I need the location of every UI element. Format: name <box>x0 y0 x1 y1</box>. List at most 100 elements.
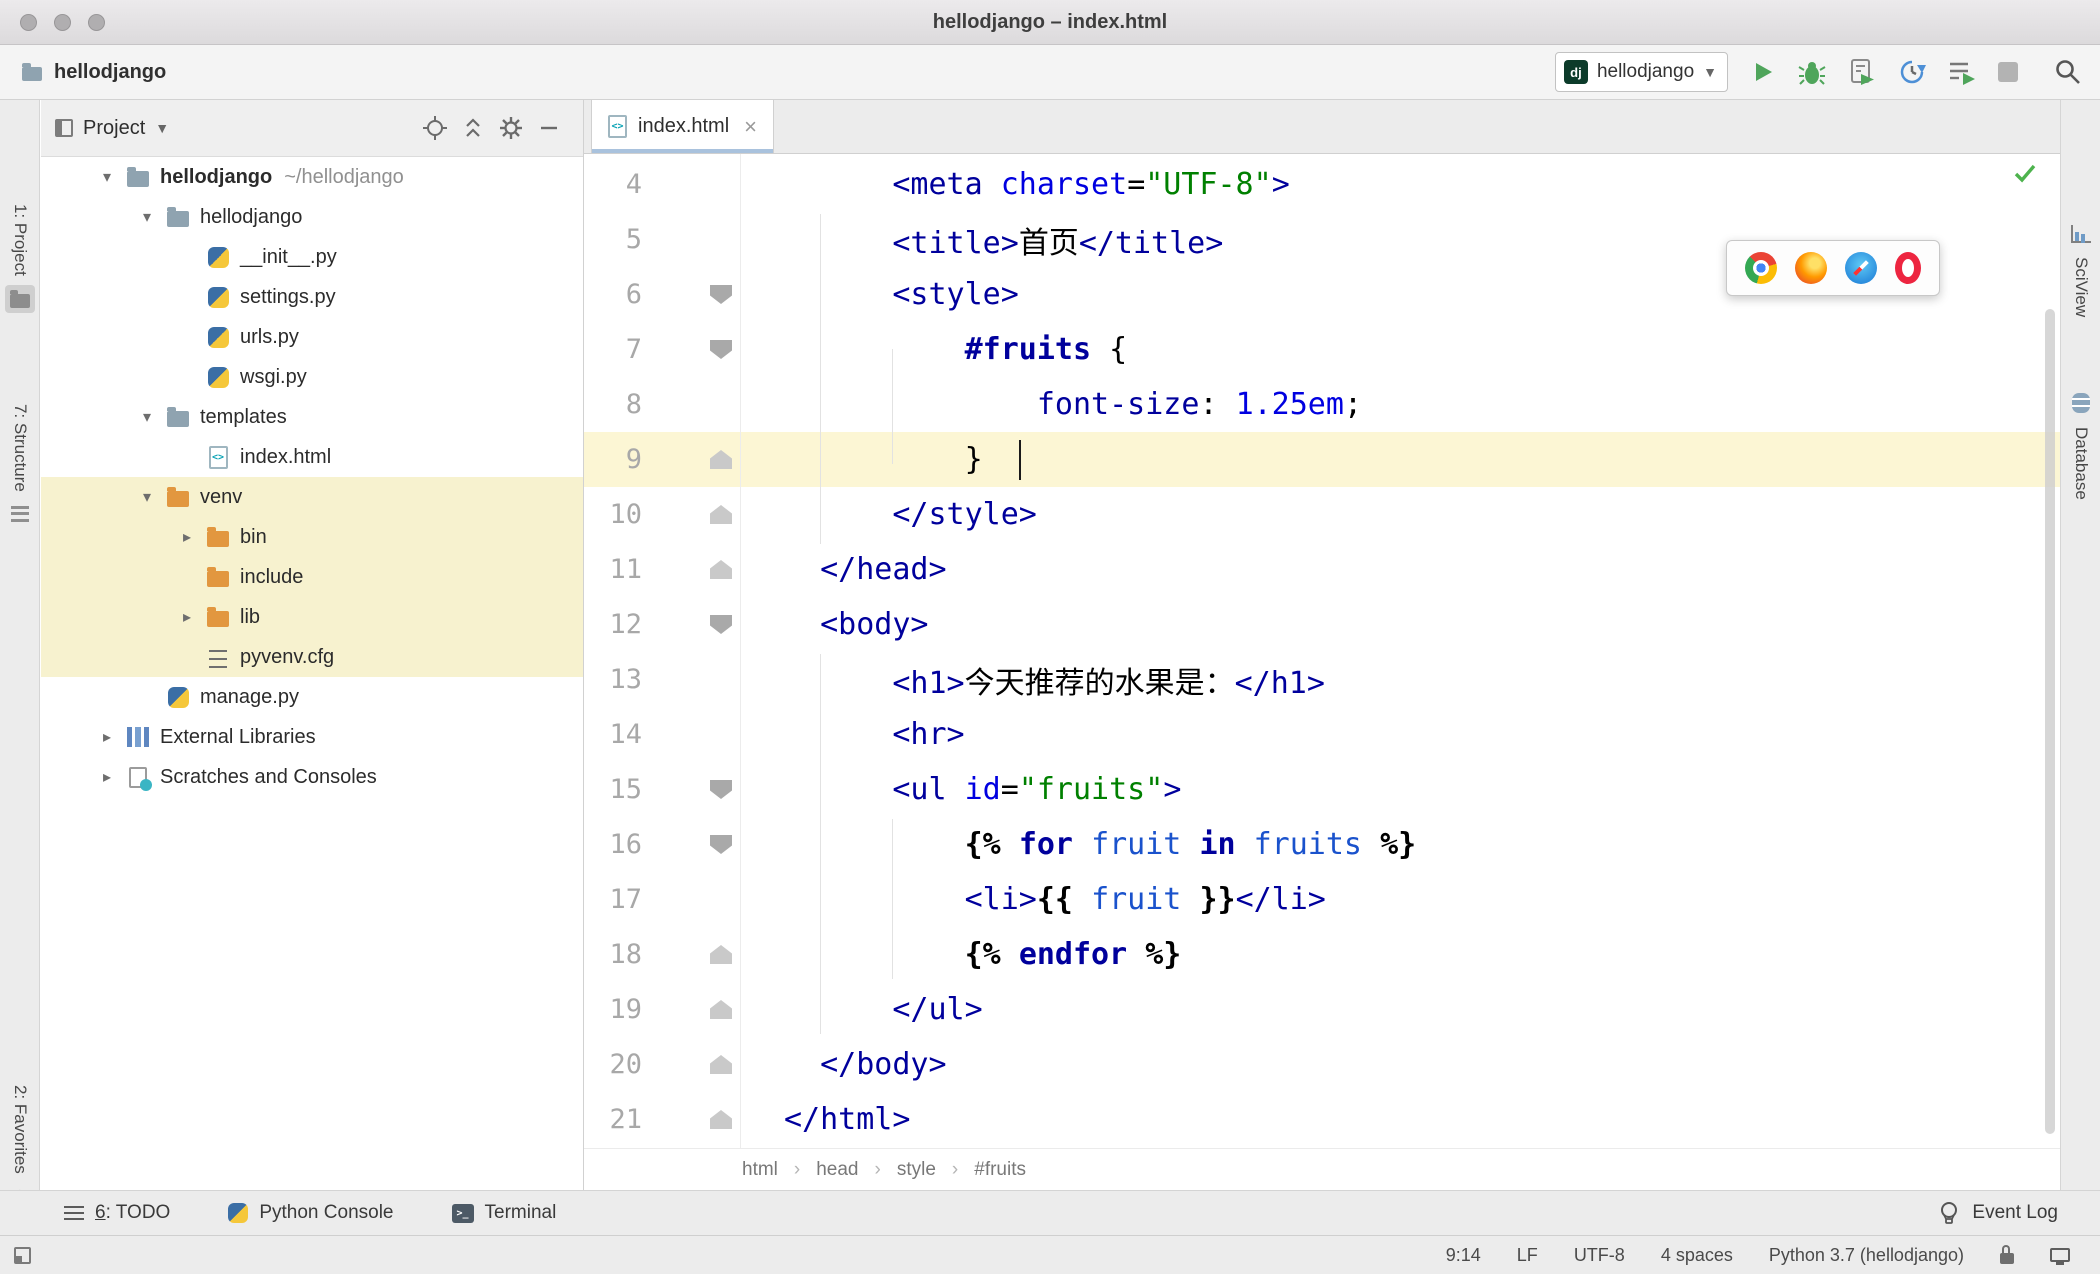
toggle-tool-buttons-icon[interactable] <box>14 1246 31 1264</box>
code-line-7[interactable]: 7 #fruits { <box>584 322 2060 377</box>
6-todo-button[interactable]: 6: TODO <box>64 1202 170 1224</box>
caret-position[interactable]: 9:14 <box>1446 1245 1481 1266</box>
code-line-20[interactable]: 20 </body> <box>584 1037 2060 1092</box>
stop-button[interactable] <box>1998 62 2018 82</box>
tool-strip-sciview[interactable]: SciView <box>2061 220 2100 317</box>
settings-gear-icon[interactable] <box>497 114 525 142</box>
zoom-button[interactable] <box>88 13 105 31</box>
code-editor[interactable]: 4 <meta charset="UTF-8"> 5 <title>首页</tit… <box>584 154 2060 1148</box>
code-line-17[interactable]: 17 <li>{{ fruit }}</li> <box>584 872 2060 927</box>
code-line-18[interactable]: 18 {% endfor %} <box>584 927 2060 982</box>
fold-marker-icon[interactable] <box>642 1037 732 1092</box>
tree-item-init-py[interactable]: __init__.py <box>41 237 583 277</box>
tree-item-templates[interactable]: ▾ templates <box>41 397 583 437</box>
project-panel-title[interactable]: Project <box>83 117 145 140</box>
code-line-16[interactable]: 16 {% for fruit in fruits %} <box>584 817 2060 872</box>
code-line-19[interactable]: 19 </ul> <box>584 982 2060 1037</box>
line-number[interactable]: 10 <box>584 499 642 530</box>
fold-marker-icon[interactable] <box>642 817 732 872</box>
safari-icon[interactable] <box>1845 252 1877 284</box>
search-everywhere-button[interactable] <box>2054 58 2082 86</box>
line-number[interactable]: 13 <box>584 664 642 695</box>
terminal-button[interactable]: Terminal <box>451 1202 556 1224</box>
tree-item-include[interactable]: include <box>41 557 583 597</box>
code-line-14[interactable]: 14 <hr> <box>584 707 2060 762</box>
code-line-9[interactable]: 9 } <box>584 432 2060 487</box>
tool-strip-database[interactable]: Database <box>2061 388 2100 500</box>
screen-reader-icon[interactable] <box>2050 1248 2070 1265</box>
tool-strip-structure[interactable]: 7: Structure <box>0 404 40 527</box>
tree-item-lib[interactable]: ▸ lib <box>41 597 583 637</box>
line-number[interactable]: 18 <box>584 939 642 970</box>
line-number[interactable]: 6 <box>584 279 642 310</box>
code-line-11[interactable]: 11 </head> <box>584 542 2060 597</box>
indent-setting[interactable]: 4 spaces <box>1661 1245 1733 1266</box>
expand-arrow[interactable]: ▸ <box>169 607 205 627</box>
python-interpreter[interactable]: Python 3.7 (hellodjango) <box>1769 1245 1964 1266</box>
tool-strip-project[interactable]: 1: Project <box>0 204 40 313</box>
tree-item-bin[interactable]: ▸ bin <box>41 517 583 557</box>
tree-item-urls-py[interactable]: urls.py <box>41 317 583 357</box>
close-button[interactable] <box>20 13 37 31</box>
run-configurations-list-button[interactable] <box>1948 58 1976 86</box>
close-tab-icon[interactable]: × <box>744 114 757 140</box>
debug-button[interactable] <box>1798 58 1826 86</box>
line-ending[interactable]: LF <box>1517 1245 1538 1266</box>
fold-marker-icon[interactable] <box>642 322 732 377</box>
tree-item-index-html[interactable]: index.html <box>41 437 583 477</box>
code-line-10[interactable]: 10 </style> <box>584 487 2060 542</box>
line-number[interactable]: 17 <box>584 884 642 915</box>
fold-marker-icon[interactable] <box>642 597 732 652</box>
fold-marker-icon[interactable] <box>642 762 732 817</box>
tree-item-hellodjango[interactable]: ▾ hellodjango ~/hellodjango <box>41 157 583 197</box>
tree-item-hellodjango[interactable]: ▾ hellodjango <box>41 197 583 237</box>
collapse-all-button[interactable] <box>459 114 487 142</box>
profiler-button[interactable] <box>1898 58 1926 86</box>
line-number[interactable]: 20 <box>584 1049 642 1080</box>
expand-arrow[interactable]: ▸ <box>89 727 125 747</box>
hide-panel-button[interactable] <box>535 114 563 142</box>
expand-arrow[interactable]: ▸ <box>169 527 205 547</box>
line-number[interactable]: 9 <box>584 444 642 475</box>
breadcrumb-fruits[interactable]: #fruits <box>974 1159 1026 1181</box>
line-number[interactable]: 7 <box>584 334 642 365</box>
run-configuration-select[interactable]: dj hellodjango ▼ <box>1554 52 1728 92</box>
line-number[interactable]: 14 <box>584 719 642 750</box>
line-number[interactable]: 5 <box>584 224 642 255</box>
tree-item-pyvenv-cfg[interactable]: pyvenv.cfg <box>41 637 583 677</box>
editor-tab-index-html[interactable]: index.html × <box>591 100 775 153</box>
line-number[interactable]: 19 <box>584 994 642 1025</box>
minimize-button[interactable] <box>54 13 71 31</box>
chevron-down-icon[interactable]: ▼ <box>155 120 169 136</box>
expand-arrow[interactable]: ▸ <box>89 767 125 787</box>
fold-marker-icon[interactable] <box>642 267 732 322</box>
expand-arrow[interactable]: ▾ <box>129 207 165 227</box>
expand-arrow[interactable]: ▾ <box>129 407 165 427</box>
run-with-coverage-button[interactable] <box>1848 58 1876 86</box>
line-number[interactable]: 21 <box>584 1104 642 1135</box>
line-number[interactable]: 16 <box>584 829 642 860</box>
tree-item-wsgi-py[interactable]: wsgi.py <box>41 357 583 397</box>
breadcrumb-head[interactable]: head <box>816 1159 858 1181</box>
tree-item-manage-py[interactable]: manage.py <box>41 677 583 717</box>
fold-marker-icon[interactable] <box>642 982 732 1037</box>
code-line-12[interactable]: 12 <body> <box>584 597 2060 652</box>
toolbar-project-breadcrumb[interactable]: hellodjango <box>22 45 166 99</box>
fold-marker-icon[interactable] <box>642 927 732 982</box>
expand-arrow[interactable]: ▾ <box>129 487 165 507</box>
tree-item-settings-py[interactable]: settings.py <box>41 277 583 317</box>
opera-icon[interactable] <box>1895 252 1921 284</box>
run-button[interactable] <box>1750 59 1776 85</box>
locate-file-button[interactable] <box>421 114 449 142</box>
python-console-button[interactable]: Python Console <box>228 1202 394 1224</box>
line-number[interactable]: 12 <box>584 609 642 640</box>
editor-scrollbar[interactable] <box>2045 309 2055 1134</box>
breadcrumb-html[interactable]: html <box>742 1159 778 1181</box>
chrome-icon[interactable] <box>1745 252 1777 284</box>
fold-marker-icon[interactable] <box>642 487 732 542</box>
code-line-8[interactable]: 8 font-size: 1.25em; <box>584 377 2060 432</box>
code-line-13[interactable]: 13 <h1>今天推荐的水果是：</h1> <box>584 652 2060 707</box>
line-number[interactable]: 8 <box>584 389 642 420</box>
fold-marker-icon[interactable] <box>642 542 732 597</box>
tree-item-external-libraries[interactable]: ▸ External Libraries <box>41 717 583 757</box>
